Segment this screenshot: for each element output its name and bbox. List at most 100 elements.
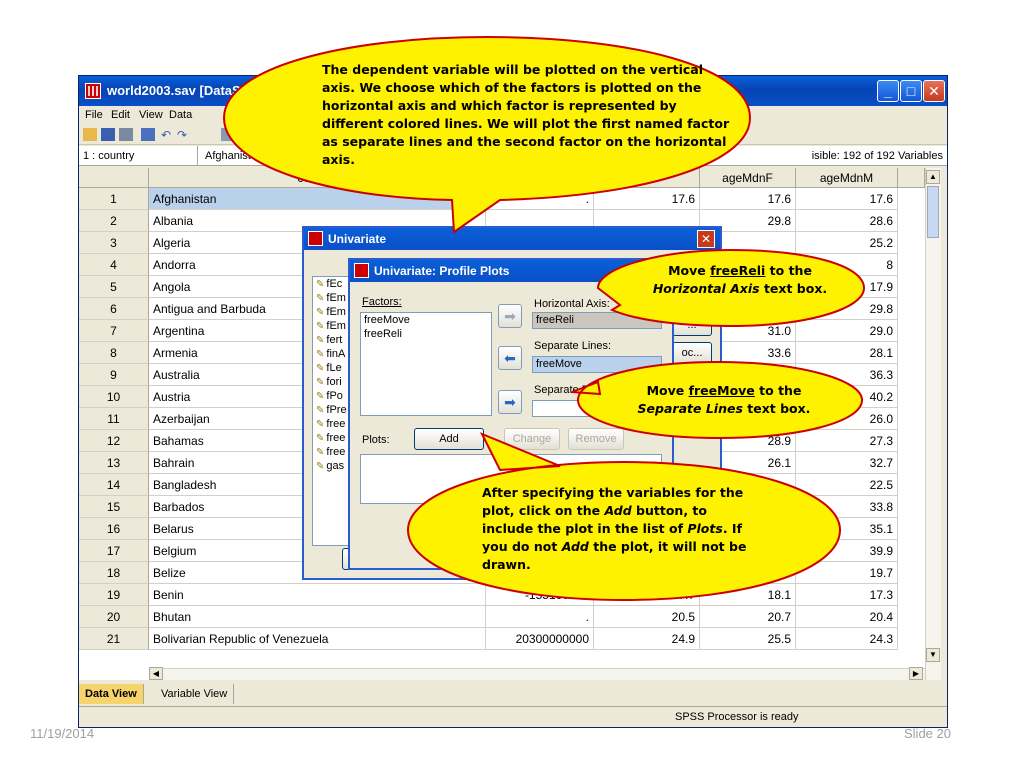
minimize-button[interactable]: _	[877, 80, 899, 102]
dialog-recall-icon[interactable]	[141, 128, 155, 141]
scroll-up-button[interactable]: ▲	[926, 170, 940, 184]
row-number[interactable]: 21	[79, 628, 149, 650]
goto-case-icon[interactable]	[221, 128, 235, 141]
univariate-fragment-button-2[interactable]: oc...	[672, 342, 712, 364]
cell-agemdnm[interactable]: 17.6	[796, 188, 898, 210]
separate-plots-field[interactable]	[532, 400, 608, 417]
move-to-separate-lines-button[interactable]: ⬅	[498, 346, 522, 370]
callout-top-line-2: axis. We choose which of the factors is …	[322, 80, 702, 95]
cell-agemdnm[interactable]: 32.7	[796, 452, 898, 474]
cell-country[interactable]: Bolivarian Republic of Venezuela	[149, 628, 486, 650]
cell-agemdnm[interactable]: 27.3	[796, 430, 898, 452]
menu-edit[interactable]: Edit	[111, 109, 130, 121]
change-plot-button[interactable]: Change	[504, 428, 560, 450]
cell-agemdnf[interactable]: 25.5	[700, 628, 796, 650]
cell-col-3[interactable]: 24.9	[594, 628, 700, 650]
row-number[interactable]: 8	[79, 342, 149, 364]
row-number[interactable]: 12	[79, 430, 149, 452]
row-number[interactable]: 14	[79, 474, 149, 496]
cell-agemdnm[interactable]: 33.8	[796, 496, 898, 518]
cell-agemdnm[interactable]: 35.1	[796, 518, 898, 540]
factor-freereli[interactable]: freeReli	[361, 327, 491, 341]
print-icon[interactable]	[119, 128, 133, 141]
cell-country[interactable]: Benin	[149, 584, 486, 606]
row-number[interactable]: 15	[79, 496, 149, 518]
redo-icon[interactable]: ↷	[177, 128, 191, 142]
add-plot-button[interactable]: Add	[414, 428, 484, 450]
row-number[interactable]: 20	[79, 606, 149, 628]
close-button[interactable]: ✕	[923, 80, 945, 102]
menu-data[interactable]: Data	[169, 109, 192, 121]
cell-agemdnf[interactable]: 18.1	[700, 584, 796, 606]
factor-freemove[interactable]: freeMove	[361, 313, 491, 327]
menu-view[interactable]: View	[139, 109, 163, 121]
cell-agemdnm[interactable]: 25.2	[796, 232, 898, 254]
scroll-right-button[interactable]: ▶	[909, 667, 923, 680]
cell-value[interactable]: Afghanistan	[205, 150, 263, 162]
cell-agemdnm[interactable]: 28.6	[796, 210, 898, 232]
tab-variable-view[interactable]: Variable View	[155, 684, 235, 704]
factors-list[interactable]: freeMove freeReli	[360, 312, 492, 416]
save-icon[interactable]	[101, 128, 115, 141]
cell-country[interactable]: Bhutan	[149, 606, 486, 628]
column-header-agemdnf[interactable]: ageMdnF	[700, 168, 796, 188]
row-number[interactable]: 19	[79, 584, 149, 606]
column-header-2[interactable]	[486, 168, 594, 188]
row-number[interactable]: 1	[79, 188, 149, 210]
cell-agemdnm[interactable]: 20.4	[796, 606, 898, 628]
cell-agemdnf[interactable]: 20.7	[700, 606, 796, 628]
univariate-fragment-button-1[interactable]: ...	[672, 314, 712, 336]
row-number[interactable]: 5	[79, 276, 149, 298]
cell-col-2[interactable]: .	[486, 188, 594, 210]
row-number[interactable]: 16	[79, 518, 149, 540]
cell-col-3[interactable]: 17.7	[594, 584, 700, 606]
column-header-3[interactable]	[594, 168, 700, 188]
cell-agemdnm[interactable]: 19.7	[796, 562, 898, 584]
row-number[interactable]: 3	[79, 232, 149, 254]
cell-col-3[interactable]: 20.5	[594, 606, 700, 628]
cell-col-2[interactable]: .	[486, 606, 594, 628]
move-to-separate-plots-button[interactable]: ➡	[498, 390, 522, 414]
vertical-scrollbar[interactable]: ▲ ▼	[925, 168, 941, 680]
cell-agemdnm[interactable]: 29.8	[796, 298, 898, 320]
scroll-left-button[interactable]: ◀	[149, 667, 163, 680]
menu-file[interactable]: File	[85, 109, 103, 121]
maximize-button[interactable]: □	[900, 80, 922, 102]
row-number[interactable]: 6	[79, 298, 149, 320]
cell-col-2[interactable]: 20300000000	[486, 628, 594, 650]
scale-variable-icon: ✎	[316, 279, 325, 290]
open-icon[interactable]	[83, 128, 97, 141]
column-header-agemdnm[interactable]: ageMdnM	[796, 168, 898, 188]
cell-col-3[interactable]: 17.6	[594, 188, 700, 210]
remove-plot-button[interactable]: Remove	[568, 428, 624, 450]
row-number[interactable]: 7	[79, 320, 149, 342]
row-number[interactable]: 11	[79, 408, 149, 430]
separate-lines-field[interactable]: freeMove	[532, 356, 662, 373]
column-header-country[interactable]: country	[149, 168, 486, 188]
cell-agemdnm[interactable]: 29.0	[796, 320, 898, 342]
row-number[interactable]: 18	[79, 562, 149, 584]
row-number[interactable]: 13	[79, 452, 149, 474]
horizontal-scrollbar[interactable]: ◀ ▶	[149, 667, 925, 680]
move-to-horizontal-button[interactable]: ➡	[498, 304, 522, 328]
row-number[interactable]: 2	[79, 210, 149, 232]
cell-agemdnm[interactable]: 24.3	[796, 628, 898, 650]
cell-agemdnm[interactable]: 17.3	[796, 584, 898, 606]
scroll-thumb[interactable]	[927, 186, 939, 238]
cell-agemdnm[interactable]: 28.1	[796, 342, 898, 364]
undo-icon[interactable]: ↶	[161, 128, 175, 142]
scroll-down-button[interactable]: ▼	[926, 648, 940, 662]
univariate-close-button[interactable]: ✕	[697, 230, 715, 248]
row-number[interactable]: 17	[79, 540, 149, 562]
cell-country[interactable]: Afghanistan	[149, 188, 486, 210]
horizontal-axis-field[interactable]: freeReli	[532, 312, 662, 329]
row-number[interactable]: 9	[79, 364, 149, 386]
cell-agemdnm[interactable]: 22.5	[796, 474, 898, 496]
cell-agemdnf[interactable]: 17.6	[700, 188, 796, 210]
row-number[interactable]: 4	[79, 254, 149, 276]
callout-add-line-3a: include the plot in the list of	[482, 521, 688, 536]
cell-agemdnm[interactable]: 39.9	[796, 540, 898, 562]
cell-col-2[interactable]: -155100000	[486, 584, 594, 606]
tab-data-view[interactable]: Data View	[79, 684, 144, 704]
row-number[interactable]: 10	[79, 386, 149, 408]
